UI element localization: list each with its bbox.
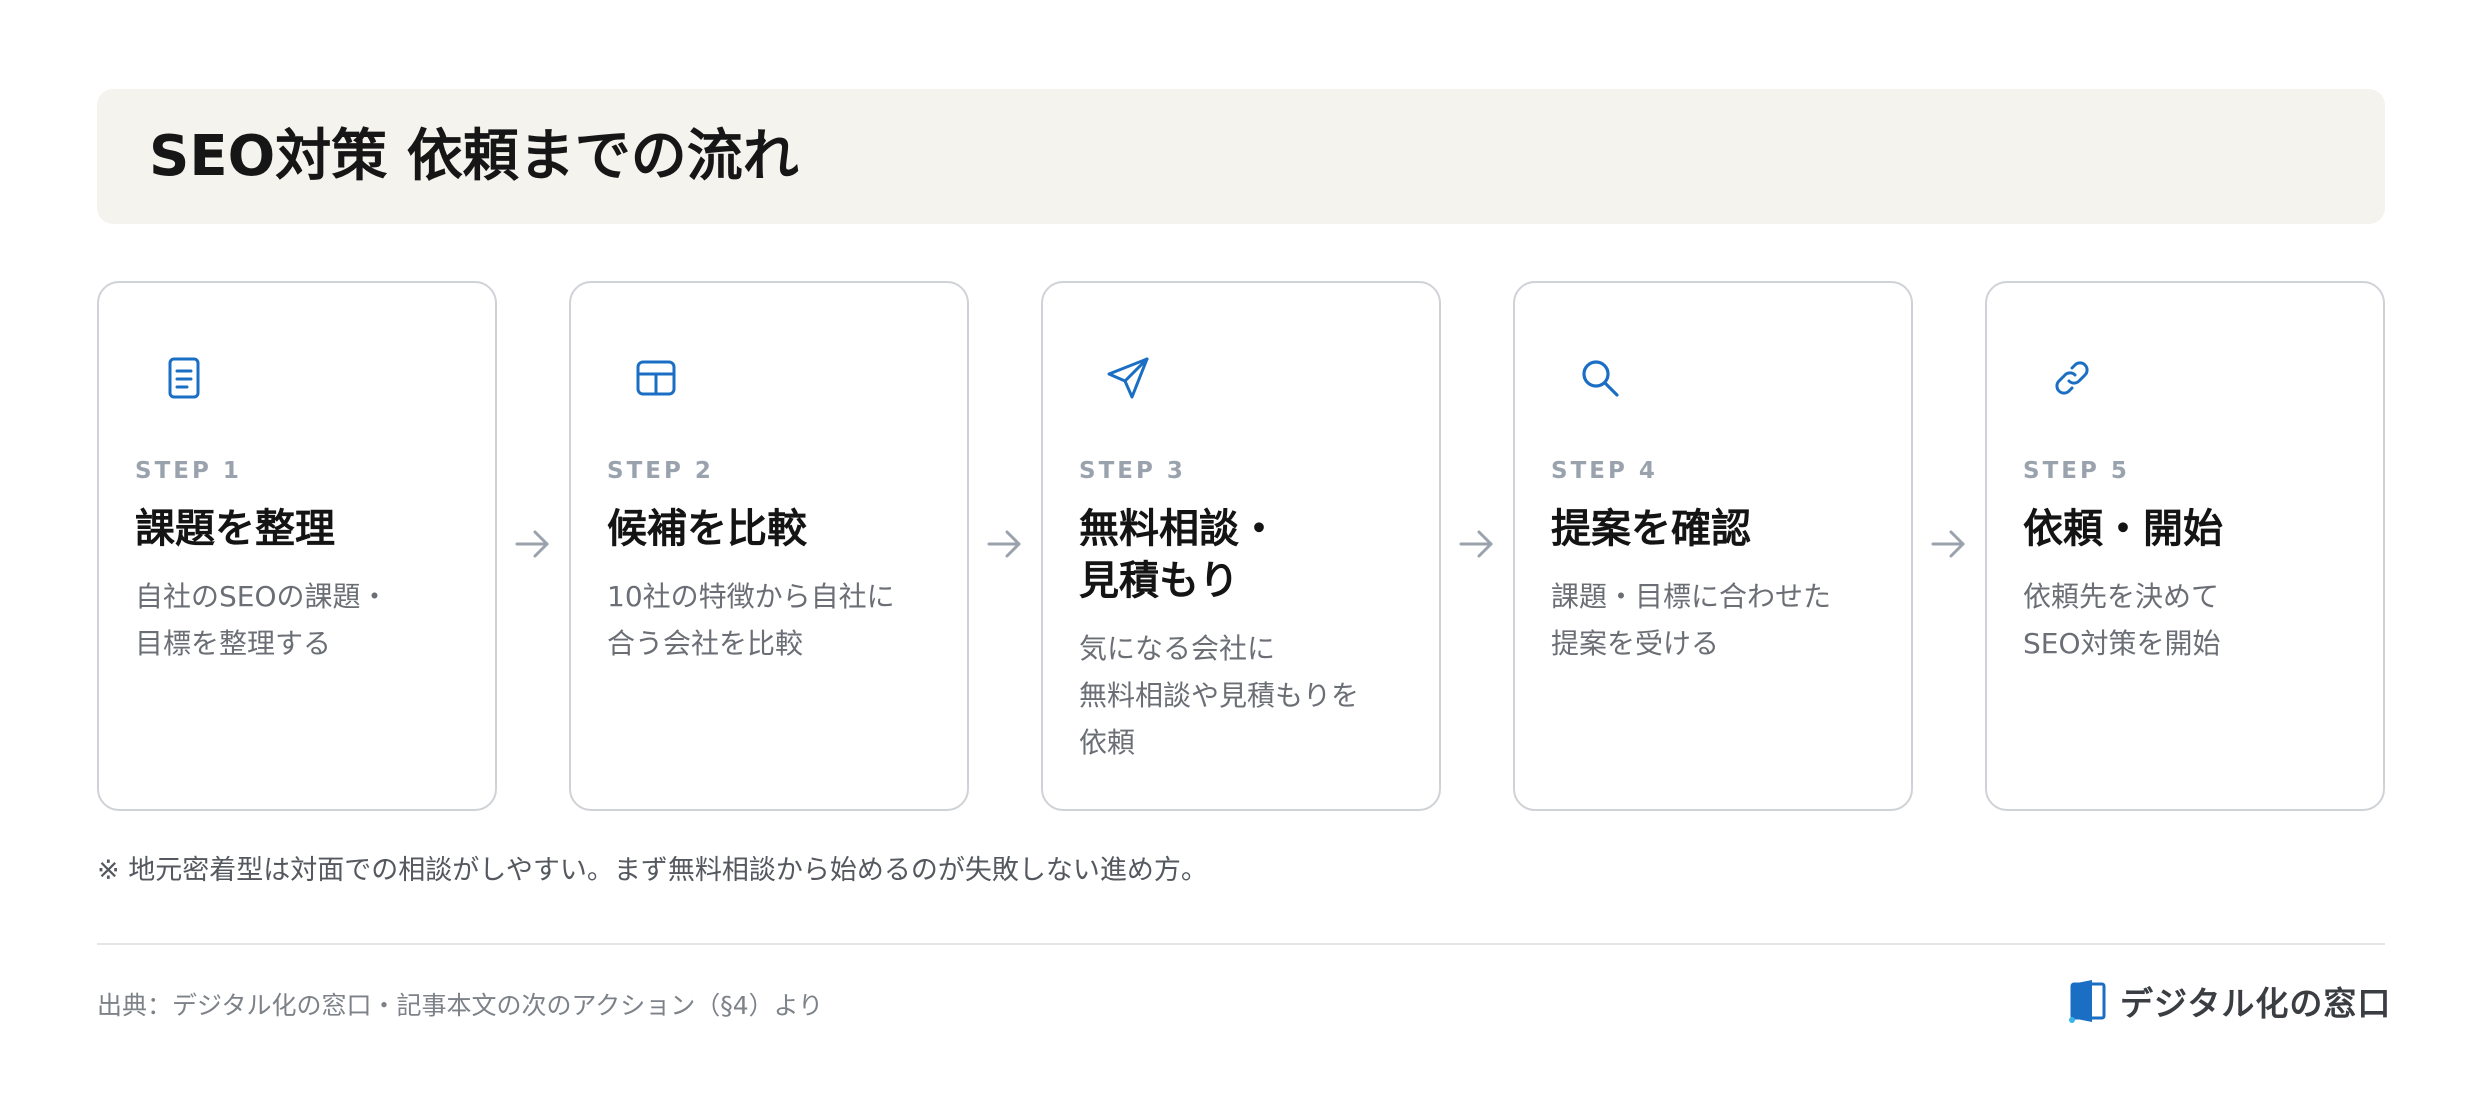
arrow-right-icon: [1455, 523, 1497, 565]
arrow-right-icon: [983, 523, 1025, 565]
step-label: STEP 2: [607, 458, 714, 484]
step-label: STEP 5: [2023, 458, 2130, 484]
step-description: 10社の特徴から自社に 合う会社を比較: [607, 580, 895, 660]
step-description: 気になる会社に 無料相談や見積もりを 依頼: [1079, 632, 1360, 759]
step-title: 依頼・開始: [2023, 506, 2223, 552]
step-card-3: STEP 3 無料相談・ 見積もり 気になる会社に 無料相談や見積もりを 依頼: [1041, 281, 1441, 811]
brand-logo: デジタル化の窓口: [2068, 978, 2391, 1024]
document-icon: [161, 355, 207, 401]
step-description: 課題・目標に合わせた 提案を受ける: [1551, 580, 1832, 660]
step-label: STEP 3: [1079, 458, 1186, 484]
steps-flow: STEP 1 課題を整理 自社のSEOの課題・ 目標を整理する STEP 2 候…: [0, 0, 2480, 1116]
link-icon: [2049, 355, 2095, 401]
arrow-right-icon: [511, 523, 553, 565]
window-logo-icon: [2068, 978, 2108, 1024]
send-icon: [1105, 355, 1151, 401]
arrow-right-icon: [1927, 523, 1969, 565]
step-card-2: STEP 2 候補を比較 10社の特徴から自社に 合う会社を比較: [569, 281, 969, 811]
step-description: 自社のSEOの課題・ 目標を整理する: [135, 580, 389, 660]
search-icon: [1577, 355, 1623, 401]
step-label: STEP 1: [135, 458, 242, 484]
step-card-5: STEP 5 依頼・開始 依頼先を決めて SEO対策を開始: [1985, 281, 2385, 811]
footnote: ※ 地元密着型は対面での相談がしやすい。まず無料相談から始めるのが失敗しない進め…: [97, 855, 1208, 886]
step-card-1: STEP 1 課題を整理 自社のSEOの課題・ 目標を整理する: [97, 281, 497, 811]
brand-name: デジタル化の窓口: [2120, 984, 2392, 1023]
step-label: STEP 4: [1551, 458, 1658, 484]
table-icon: [633, 355, 679, 401]
step-title: 課題を整理: [135, 506, 335, 552]
step-title: 無料相談・ 見積もり: [1079, 506, 1279, 604]
divider: [97, 943, 2385, 945]
step-description: 依頼先を決めて SEO対策を開始: [2023, 580, 2221, 660]
step-title: 候補を比較: [607, 506, 807, 552]
source-citation: 出典：デジタル化の窓口・記事本文の次のアクション（§4）より: [97, 991, 824, 1020]
step-title: 提案を確認: [1551, 506, 1751, 552]
step-card-4: STEP 4 提案を確認 課題・目標に合わせた 提案を受ける: [1513, 281, 1913, 811]
